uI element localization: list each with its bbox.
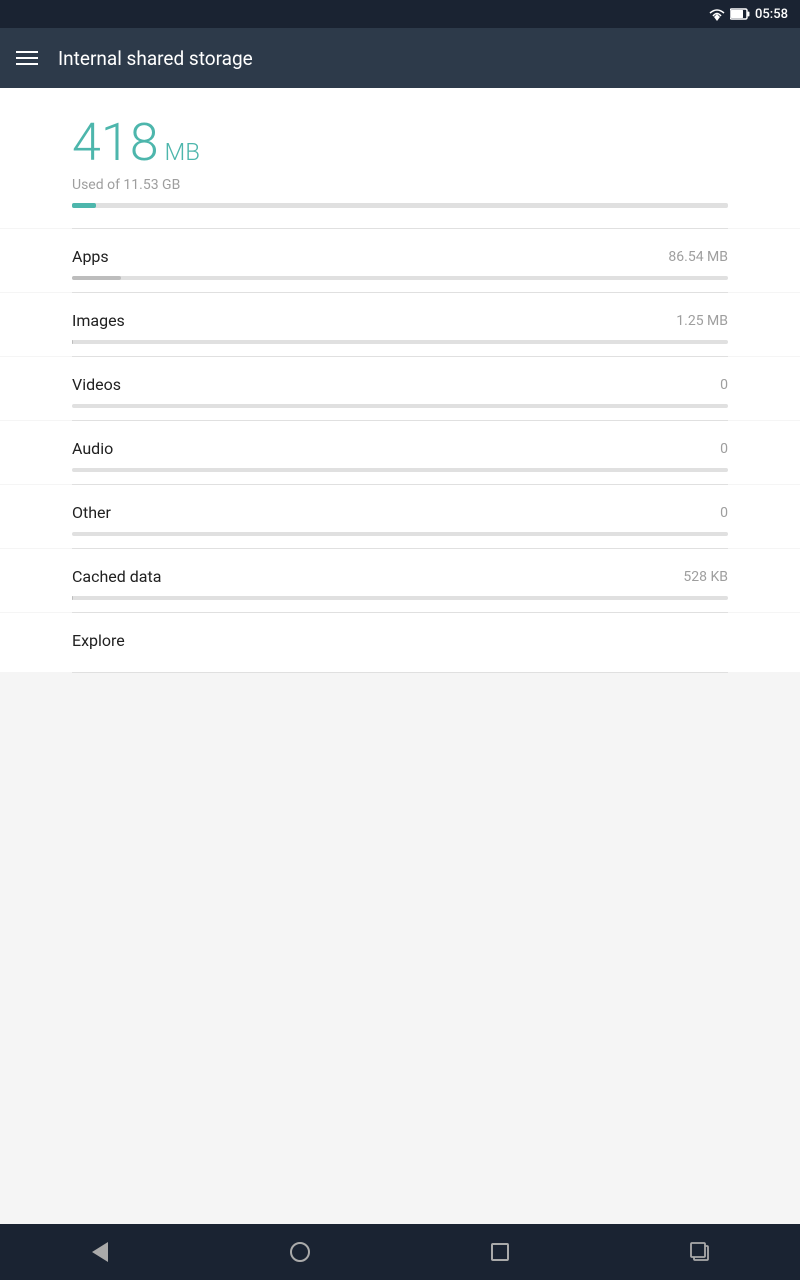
storage-item-cached-data-label: Cached data: [72, 567, 161, 586]
storage-item-videos-progress-bar: [72, 404, 728, 408]
storage-size-unit: MB: [165, 138, 200, 166]
storage-progress-fill: [72, 203, 96, 208]
storage-item-images-progress-fill: [72, 340, 73, 344]
section-divider-bottom: [72, 672, 728, 673]
storage-item-explore-label: Explore: [72, 631, 125, 650]
storage-item-apps[interactable]: Apps 86.54 MB: [0, 229, 800, 292]
back-icon: [92, 1242, 108, 1262]
bottom-nav: [0, 1224, 800, 1280]
wifi-icon: [709, 7, 725, 21]
storage-item-other-progress-bar: [72, 532, 728, 536]
storage-item-apps-progress-fill: [72, 276, 121, 280]
page-title: Internal shared storage: [58, 47, 253, 70]
recents-button[interactable]: [470, 1232, 530, 1272]
overview-icon: [690, 1242, 710, 1262]
storage-header: 418 MB Used of 11.53 GB: [0, 88, 800, 228]
top-bar: Internal shared storage: [0, 28, 800, 88]
storage-item-apps-row: Apps 86.54 MB: [72, 247, 728, 266]
storage-used-text: Used of 11.53 GB: [72, 177, 728, 193]
storage-progress-bar: [72, 203, 728, 208]
storage-items-list: Apps86.54 MBImages1.25 MBVideos0Audio0Ot…: [0, 228, 800, 673]
storage-item-other[interactable]: Other 0: [0, 485, 800, 548]
storage-item-images[interactable]: Images 1.25 MB: [0, 293, 800, 356]
menu-button[interactable]: [16, 51, 38, 65]
storage-item-audio-label: Audio: [72, 439, 113, 458]
storage-size-number: 418: [72, 112, 159, 173]
storage-item-audio[interactable]: Audio 0: [0, 421, 800, 484]
storage-item-cached-data[interactable]: Cached data 528 KB: [0, 549, 800, 612]
storage-size-row: 418 MB: [72, 112, 728, 173]
storage-item-cached-data-progress-bar: [72, 596, 728, 600]
back-button[interactable]: [70, 1232, 130, 1272]
storage-item-images-label: Images: [72, 311, 125, 330]
storage-item-explore[interactable]: Explore: [0, 613, 800, 672]
home-button[interactable]: [270, 1232, 330, 1272]
status-bar: 05:58: [0, 0, 800, 28]
storage-item-audio-row: Audio 0: [72, 439, 728, 458]
storage-item-apps-label: Apps: [72, 247, 109, 266]
storage-item-other-label: Other: [72, 503, 111, 522]
storage-item-videos-label: Videos: [72, 375, 121, 394]
storage-item-images-value: 1.25 MB: [676, 313, 728, 329]
main-content: 418 MB Used of 11.53 GB Apps 86.54 MB Imag…: [0, 88, 800, 1224]
storage-item-audio-progress-bar: [72, 468, 728, 472]
battery-icon: [730, 8, 750, 20]
overview-button[interactable]: [670, 1232, 730, 1272]
storage-item-videos[interactable]: Videos 0: [0, 357, 800, 420]
storage-item-videos-row: Videos 0: [72, 375, 728, 394]
storage-item-videos-value: 0: [720, 377, 728, 393]
storage-item-explore-row: Explore: [72, 631, 728, 650]
storage-item-images-progress-bar: [72, 340, 728, 344]
recents-icon: [491, 1243, 509, 1261]
storage-item-cached-data-row: Cached data 528 KB: [72, 567, 728, 586]
storage-item-images-row: Images 1.25 MB: [72, 311, 728, 330]
storage-item-apps-progress-bar: [72, 276, 728, 280]
status-time: 05:58: [755, 7, 788, 22]
status-icons: 05:58: [709, 7, 788, 22]
storage-item-other-row: Other 0: [72, 503, 728, 522]
storage-item-audio-value: 0: [720, 441, 728, 457]
storage-item-apps-value: 86.54 MB: [668, 249, 728, 265]
storage-item-cached-data-value: 528 KB: [683, 569, 728, 585]
storage-item-other-value: 0: [720, 505, 728, 521]
home-icon: [290, 1242, 310, 1262]
